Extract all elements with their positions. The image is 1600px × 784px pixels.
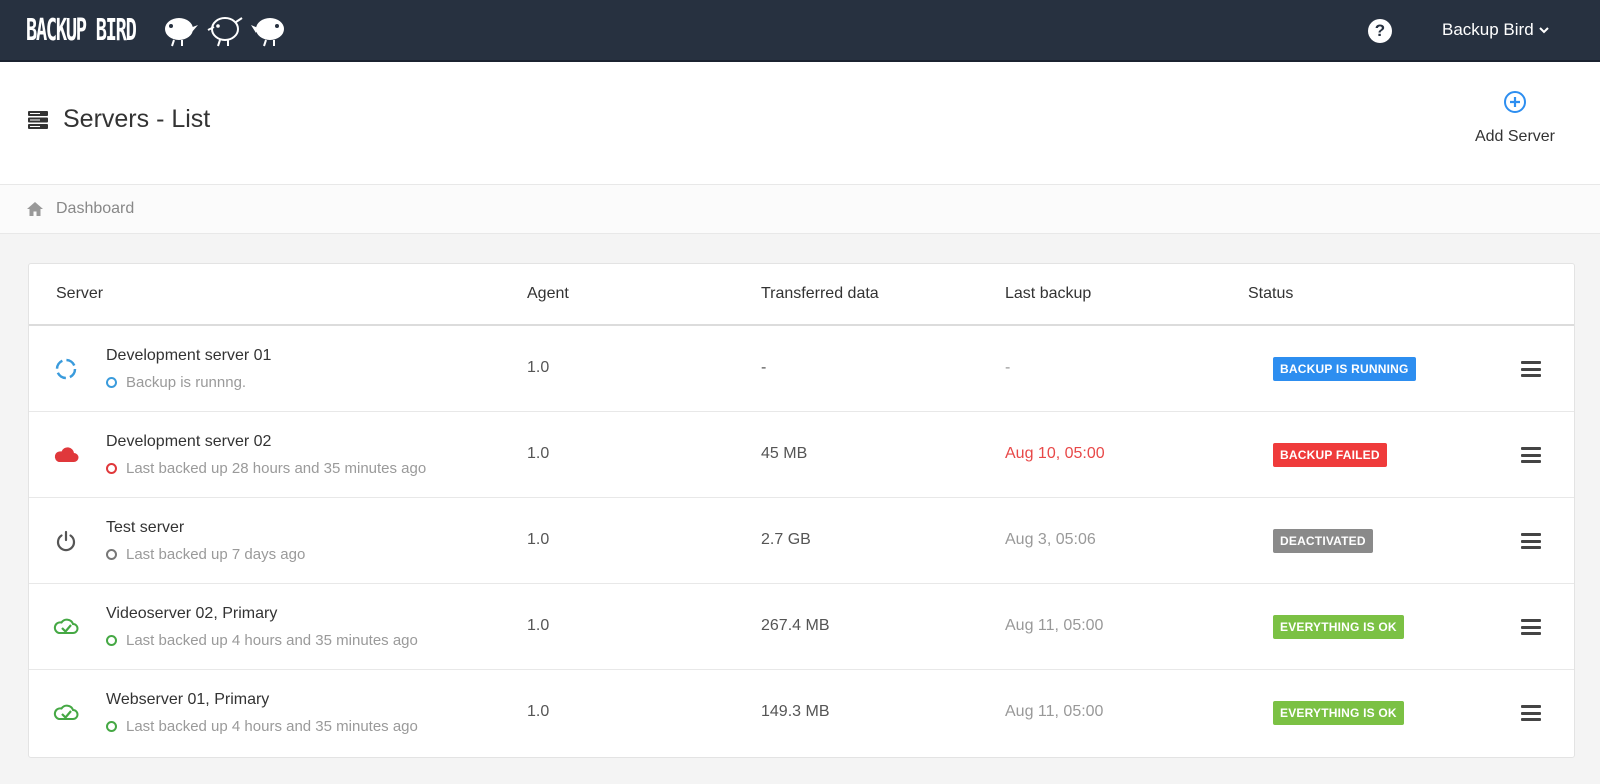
status-dot-icon <box>106 549 117 560</box>
status-badge: DEACTIVATED <box>1273 529 1373 553</box>
top-navbar: BACKUP BIRD ? Backup Bird <box>0 0 1600 62</box>
server-name[interactable]: Videoserver 02, Primary <box>106 605 277 623</box>
status-badge: BACKUP FAILED <box>1273 443 1387 467</box>
add-server-label: Add Server <box>1474 128 1556 145</box>
add-server-button[interactable]: Add Server <box>1460 90 1570 146</box>
page-title: Servers - List <box>63 105 211 133</box>
server-status-text: Backup is runnng. <box>126 374 247 391</box>
server-name[interactable]: Development server 02 <box>106 433 271 451</box>
agent-version: 1.0 <box>527 703 550 720</box>
server-status-line: Last backed up 4 hours and 35 minutes ag… <box>106 718 418 735</box>
server-name[interactable]: Webserver 01, Primary <box>106 691 269 709</box>
bird-outline-icon <box>207 17 243 47</box>
bird-mascots <box>162 12 288 50</box>
user-menu[interactable]: Backup Bird <box>1442 20 1550 40</box>
spinner-icon <box>53 357 79 381</box>
status-dot-icon <box>106 635 117 646</box>
server-status-text: Last backed up 4 hours and 35 minutes ag… <box>126 718 418 735</box>
column-header-transferred[interactable]: Transferred data <box>761 285 879 303</box>
transferred-data: 2.7 GB <box>761 531 811 548</box>
table-row[interactable]: Development server 01 Backup is runnng. … <box>29 326 1574 412</box>
server-status-line: Last backed up 4 hours and 35 minutes ag… <box>106 632 418 649</box>
server-name[interactable]: Development server 01 <box>106 347 271 365</box>
servers-table: Server Agent Transferred data Last backu… <box>28 263 1575 758</box>
server-status-text: Last backed up 28 hours and 35 minutes a… <box>126 460 427 477</box>
server-stack-icon <box>28 110 48 129</box>
last-backup: - <box>1005 359 1011 376</box>
home-icon <box>27 202 43 216</box>
column-header-server[interactable]: Server <box>56 285 103 303</box>
transferred-data: 267.4 MB <box>761 617 830 634</box>
status-dot-icon <box>106 377 117 388</box>
status-dot-icon <box>106 721 117 732</box>
chevron-down-icon <box>1538 27 1549 34</box>
last-backup: Aug 11, 05:00 <box>1005 703 1104 720</box>
table-row[interactable]: Webserver 01, Primary Last backed up 4 h… <box>29 670 1574 756</box>
agent-version: 1.0 <box>527 531 550 548</box>
row-menu-icon[interactable] <box>1521 533 1541 549</box>
user-name: Backup Bird <box>1442 20 1534 39</box>
server-status-text: Last backed up 7 days ago <box>126 546 306 563</box>
server-status-line: Backup is runnng. <box>106 374 246 391</box>
help-icon[interactable]: ? <box>1368 19 1392 43</box>
transferred-data: 149.3 MB <box>761 703 830 720</box>
server-status-line: Last backed up 7 days ago <box>106 546 305 563</box>
power-icon <box>53 529 79 553</box>
table-header: Server Agent Transferred data Last backu… <box>29 264 1574 326</box>
transferred-data: 45 MB <box>761 445 808 462</box>
row-menu-icon[interactable] <box>1521 447 1541 463</box>
table-row[interactable]: Test server Last backed up 7 days ago 1.… <box>29 498 1574 584</box>
status-badge: EVERYTHING IS OK <box>1273 615 1404 639</box>
table-row[interactable]: Videoserver 02, Primary Last backed up 4… <box>29 584 1574 670</box>
status-badge: EVERYTHING IS OK <box>1273 701 1404 725</box>
status-dot-icon <box>106 463 117 474</box>
page-title-wrap: Servers - List <box>27 105 210 134</box>
cloud-error-icon <box>53 443 79 467</box>
logo-text: BACKUP BIRD <box>26 13 137 48</box>
cloud-check-icon <box>53 615 79 639</box>
server-status-line: Last backed up 28 hours and 35 minutes a… <box>106 460 426 477</box>
breadcrumb: Dashboard <box>0 184 1600 234</box>
row-menu-icon[interactable] <box>1521 361 1541 377</box>
bird-icon <box>251 18 284 47</box>
server-name[interactable]: Test server <box>106 519 184 537</box>
page-header: Servers - List Add Server <box>0 62 1600 184</box>
column-header-last-backup[interactable]: Last backup <box>1005 285 1091 303</box>
last-backup: Aug 3, 05:06 <box>1005 531 1096 548</box>
transferred-data: - <box>761 359 767 376</box>
row-menu-icon[interactable] <box>1521 705 1541 721</box>
agent-version: 1.0 <box>527 617 550 634</box>
agent-version: 1.0 <box>527 445 550 462</box>
agent-version: 1.0 <box>527 359 550 376</box>
column-header-status[interactable]: Status <box>1248 285 1293 303</box>
bird-icon <box>165 18 198 47</box>
add-circle-icon <box>1504 91 1526 113</box>
cloud-check-icon <box>53 701 79 725</box>
row-menu-icon[interactable] <box>1521 619 1541 635</box>
breadcrumb-dashboard-link[interactable]: Dashboard <box>56 200 134 218</box>
column-header-agent[interactable]: Agent <box>527 285 569 303</box>
last-backup: Aug 11, 05:00 <box>1005 617 1104 634</box>
status-badge: BACKUP IS RUNNING <box>1273 357 1416 381</box>
server-status-text: Last backed up 4 hours and 35 minutes ag… <box>126 632 418 649</box>
last-backup: Aug 10, 05:00 <box>1005 445 1105 462</box>
table-row[interactable]: Development server 02 Last backed up 28 … <box>29 412 1574 498</box>
